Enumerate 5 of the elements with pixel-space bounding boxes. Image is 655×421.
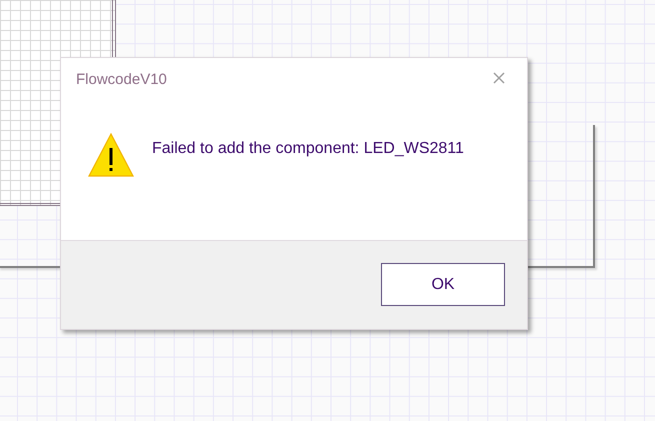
dialog-title: FlowcodeV10 <box>76 71 167 88</box>
close-icon[interactable] <box>493 72 505 84</box>
warning-icon <box>88 132 134 178</box>
ok-button[interactable]: OK <box>381 263 505 306</box>
error-message: Failed to add the component: LED_WS2811 <box>152 140 464 158</box>
